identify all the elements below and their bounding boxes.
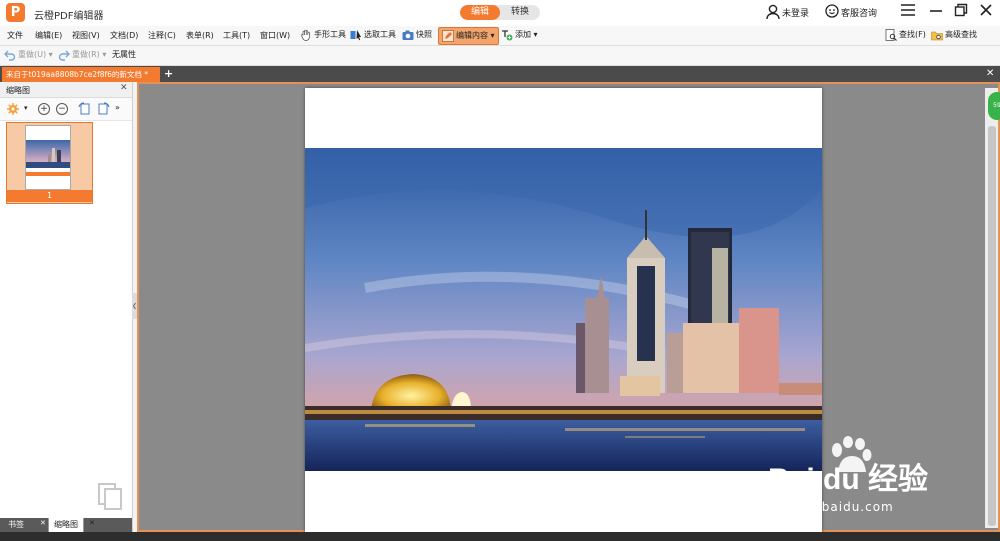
add-text-icon — [502, 29, 513, 40]
menu-icon[interactable] — [898, 3, 918, 23]
snapshot-button[interactable]: 快照 — [402, 27, 432, 43]
mode-edit-button[interactable]: 编辑 — [460, 5, 500, 20]
support-icon[interactable] — [825, 4, 839, 18]
pdf-page[interactable] — [305, 88, 822, 534]
camera-icon — [402, 30, 414, 40]
status-bar — [0, 532, 1000, 541]
thumbnail-panel: 缩略图 ✕ ▾ + − » 1 书签 ✕ 缩略图 ✕ — [0, 82, 133, 533]
menu-tools[interactable]: 工具(T) — [223, 30, 250, 41]
city-skyline-photo[interactable] — [305, 148, 822, 471]
select-tool-label: 选取工具 — [364, 30, 396, 39]
find-label: 查找(F) — [899, 30, 926, 39]
add-button[interactable]: 添加 ▾ — [501, 27, 538, 43]
zoom-out-icon[interactable]: − — [56, 103, 68, 115]
close-all-tabs-icon[interactable]: ✕ — [986, 67, 994, 81]
select-text-icon — [350, 29, 361, 40]
app-logo: P — [6, 3, 25, 22]
support-link[interactable]: 客服咨询 — [841, 6, 877, 19]
undo-bar: 重做(U) ▾ 重做(R) ▾ 无属性 — [0, 46, 1000, 66]
thumbnails-tab[interactable]: 缩略图 — [48, 518, 84, 533]
menu-edit[interactable]: 编辑(E) — [35, 30, 62, 41]
thumbnail-page-preview — [25, 125, 71, 190]
snapshot-label: 快照 — [416, 30, 432, 39]
mode-toggle: 编辑 转换 — [460, 5, 540, 20]
panel-header: 缩略图 ✕ — [0, 82, 132, 98]
hand-icon — [301, 29, 310, 41]
redo-label: 重做(R) — [72, 50, 100, 59]
page-thumbnail[interactable]: 1 — [6, 122, 93, 204]
menu-view[interactable]: 视图(V) — [72, 30, 100, 41]
more-options-icon[interactable]: » — [115, 103, 120, 112]
bookmarks-tab[interactable]: 书签 — [3, 518, 29, 532]
undo-button[interactable]: 重做(U) ▾ — [4, 47, 53, 63]
menu-bar: 文件 编辑(E) 视图(V) 文档(D) 注释(C) 表单(R) 工具(T) 窗… — [0, 26, 1000, 46]
redo-icon — [58, 50, 70, 61]
document-tab[interactable]: 来自于t019aa8808b7ce2f8f6的新文档 * — [2, 67, 160, 82]
app-title: 云橙PDF编辑器 — [34, 11, 104, 22]
find-button[interactable]: 查找(F) — [885, 27, 926, 43]
bookmarks-tab-close-icon[interactable]: ✕ — [40, 519, 46, 527]
add-label: 添加 — [515, 30, 531, 39]
panel-title: 缩略图 — [6, 86, 30, 95]
login-link[interactable]: 未登录 — [782, 6, 809, 19]
settings-dropdown-icon[interactable]: ▾ — [24, 104, 28, 112]
minimize-icon[interactable] — [926, 3, 946, 23]
rotate-right-icon[interactable] — [96, 102, 110, 116]
baidu-jingyan-watermark: Bai du 经验 — [750, 430, 990, 500]
select-tool-button[interactable]: 选取工具 — [350, 27, 396, 43]
mode-convert-button[interactable]: 转换 — [500, 5, 540, 20]
title-bar: P 云橙PDF编辑器 编辑 转换 未登录 客服咨询 — [0, 0, 1000, 26]
hand-tool-label: 手形工具 — [314, 30, 346, 39]
panel-bottom-tabs: 书签 ✕ 缩略图 ✕ — [0, 518, 132, 533]
rotate-left-icon[interactable] — [78, 102, 92, 116]
thumbnail-toolbar: ▾ + − » — [0, 98, 132, 121]
edit-content-button[interactable]: 编辑内容 ▾ — [438, 27, 499, 45]
hand-tool-button[interactable]: 手形工具 — [300, 27, 346, 43]
redo-button[interactable]: 重做(R) ▾ — [58, 47, 106, 63]
advanced-find-label: 高级查找 — [945, 30, 977, 39]
thumbnail-page-number: 1 — [7, 190, 92, 202]
zoom-in-icon[interactable]: + — [38, 103, 50, 115]
user-icon[interactable] — [766, 4, 780, 20]
document-tab-bar: 来自于t019aa8808b7ce2f8f6的新文档 * + ✕ — [0, 66, 1000, 82]
edit-content-label: 编辑内容 — [456, 31, 488, 40]
baidu-watermark-url: jingyan.baidu.com — [766, 500, 894, 514]
undo-icon — [4, 50, 16, 61]
close-icon[interactable] — [976, 3, 996, 23]
menu-form[interactable]: 表单(R) — [186, 30, 214, 41]
advanced-find-button[interactable]: 高级查找 — [931, 27, 977, 43]
menu-document[interactable]: 文档(D) — [110, 30, 138, 41]
find-icon — [885, 28, 897, 41]
pages-watermark-icon — [98, 483, 122, 510]
new-tab-icon[interactable]: + — [164, 66, 173, 82]
undo-label: 重做(U) — [18, 50, 47, 59]
properties-label: 无属性 — [112, 50, 136, 59]
folder-search-icon — [931, 31, 943, 40]
restore-icon[interactable] — [951, 3, 971, 23]
baidu-watermark-text: Bai du 经验 — [768, 463, 929, 496]
menu-window[interactable]: 窗口(W) — [260, 30, 290, 41]
settings-gear-icon[interactable] — [6, 102, 20, 116]
menu-file[interactable]: 文件 — [7, 30, 23, 41]
zoom-badge[interactable]: 59 — [988, 92, 1000, 120]
thumbnails-tab-close-icon[interactable]: ✕ — [89, 519, 95, 527]
panel-close-icon[interactable]: ✕ — [120, 83, 128, 93]
edit-content-icon — [442, 29, 454, 42]
menu-annotation[interactable]: 注释(C) — [148, 30, 176, 41]
